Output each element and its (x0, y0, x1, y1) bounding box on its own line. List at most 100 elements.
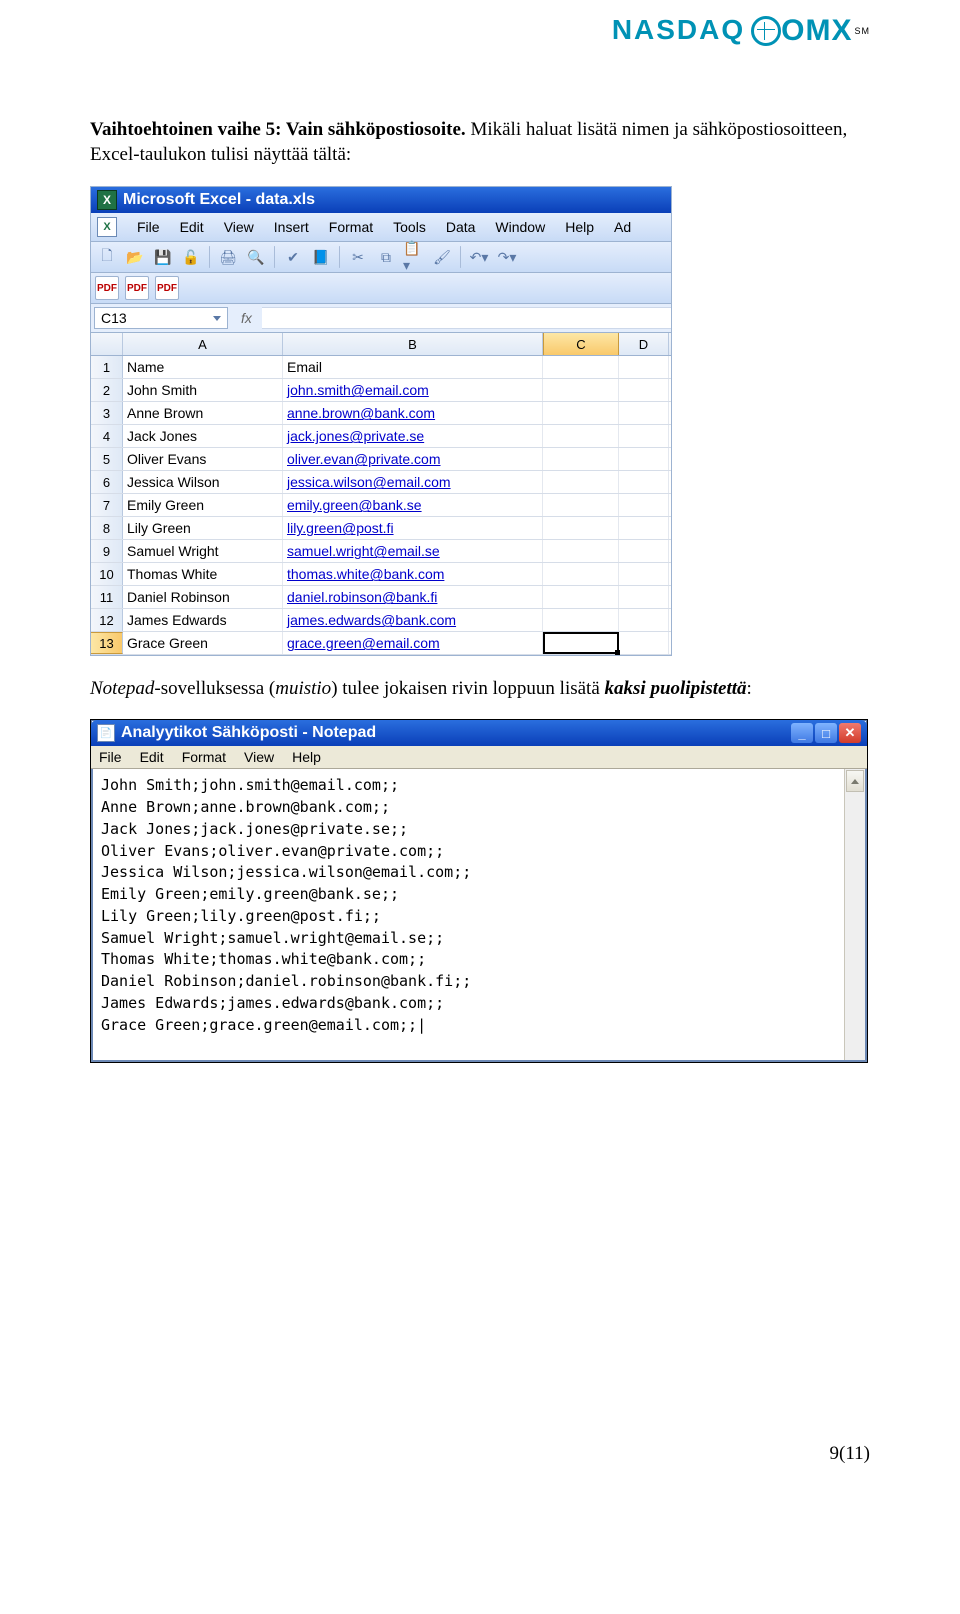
row-header[interactable]: 11 (91, 586, 123, 608)
cell[interactable]: thomas.white@bank.com (283, 563, 543, 585)
cell[interactable]: grace.green@email.com (283, 632, 543, 654)
cell[interactable]: jack.jones@private.se (283, 425, 543, 447)
paste-icon[interactable]: 📋▾ (402, 245, 426, 269)
row-header[interactable]: 4 (91, 425, 123, 447)
row-header[interactable]: 6 (91, 471, 123, 493)
maximize-button[interactable]: □ (815, 723, 837, 743)
col-header-d[interactable]: D (619, 333, 669, 355)
cell[interactable] (619, 356, 669, 378)
formula-input[interactable] (262, 307, 671, 329)
cell[interactable] (543, 517, 619, 539)
cell[interactable]: samuel.wright@email.se (283, 540, 543, 562)
row-header[interactable]: 9 (91, 540, 123, 562)
cell[interactable] (619, 586, 669, 608)
cell[interactable]: Oliver Evans (123, 448, 283, 470)
cell[interactable] (543, 540, 619, 562)
open-icon[interactable]: 📂 (123, 245, 147, 269)
scroll-up-icon[interactable] (846, 770, 864, 792)
cell[interactable] (619, 563, 669, 585)
cell[interactable] (543, 471, 619, 493)
row-header[interactable]: 2 (91, 379, 123, 401)
permission-icon[interactable]: 🔓 (179, 245, 203, 269)
table-row[interactable]: 12James Edwardsjames.edwards@bank.com (91, 609, 671, 632)
menu-tools[interactable]: Tools (393, 219, 426, 235)
cell[interactable]: jessica.wilson@email.com (283, 471, 543, 493)
np-menu-format[interactable]: Format (182, 749, 226, 765)
row-header[interactable]: 1 (91, 356, 123, 378)
cell[interactable] (543, 586, 619, 608)
col-header-b[interactable]: B (283, 333, 543, 355)
row-header[interactable]: 8 (91, 517, 123, 539)
excel-titlebar[interactable]: X Microsoft Excel - data.xls (91, 187, 671, 213)
table-row[interactable]: 10Thomas Whitethomas.white@bank.com (91, 563, 671, 586)
row-header[interactable]: 10 (91, 563, 123, 585)
excel-sheet-body[interactable]: 1NameEmail2John Smithjohn.smith@email.co… (91, 356, 671, 655)
cell[interactable]: Samuel Wright (123, 540, 283, 562)
close-button[interactable]: ✕ (839, 723, 861, 743)
menu-format[interactable]: Format (329, 219, 373, 235)
table-row[interactable]: 13Grace Greengrace.green@email.com (91, 632, 671, 655)
menu-view[interactable]: View (224, 219, 254, 235)
np-menu-file[interactable]: File (99, 749, 122, 765)
cell[interactable] (619, 379, 669, 401)
menu-window[interactable]: Window (495, 219, 545, 235)
cell[interactable]: Daniel Robinson (123, 586, 283, 608)
cell[interactable] (543, 563, 619, 585)
cell[interactable]: Email (283, 356, 543, 378)
np-menu-view[interactable]: View (244, 749, 274, 765)
menu-file[interactable]: File (137, 219, 160, 235)
select-all-corner[interactable] (91, 333, 123, 355)
table-row[interactable]: 3Anne Brownanne.brown@bank.com (91, 402, 671, 425)
format-painter-icon[interactable]: 🖌 (430, 245, 454, 269)
pdf-icon-2[interactable]: PDF (125, 276, 149, 300)
print-icon[interactable]: 🖨 (216, 245, 240, 269)
undo-icon[interactable]: ↶▾ (467, 245, 491, 269)
notepad-titlebar[interactable]: 📄 Analyytikot Sähköposti - Notepad _ □ ✕ (91, 720, 867, 746)
spelling-icon[interactable]: ✔ (281, 245, 305, 269)
col-header-a[interactable]: A (123, 333, 283, 355)
menu-data[interactable]: Data (446, 219, 476, 235)
cell[interactable] (619, 402, 669, 424)
row-header[interactable]: 13 (91, 632, 123, 654)
name-box[interactable]: C13 (94, 307, 228, 329)
cell[interactable]: Jack Jones (123, 425, 283, 447)
menu-insert[interactable]: Insert (274, 219, 309, 235)
cell[interactable]: Thomas White (123, 563, 283, 585)
row-header[interactable]: 3 (91, 402, 123, 424)
table-row[interactable]: 7Emily Greenemily.green@bank.se (91, 494, 671, 517)
cell[interactable]: daniel.robinson@bank.fi (283, 586, 543, 608)
table-row[interactable]: 9Samuel Wrightsamuel.wright@email.se (91, 540, 671, 563)
notepad-text-area[interactable]: John Smith;john.smith@email.com;; Anne B… (93, 769, 844, 1060)
row-header[interactable]: 12 (91, 609, 123, 631)
preview-icon[interactable]: 🔍 (244, 245, 268, 269)
cell[interactable]: james.edwards@bank.com (283, 609, 543, 631)
copy-icon[interactable]: ⧉ (374, 245, 398, 269)
save-icon[interactable]: 💾 (151, 245, 175, 269)
cell[interactable] (619, 632, 669, 654)
cell[interactable]: john.smith@email.com (283, 379, 543, 401)
table-row[interactable]: 5Oliver Evansoliver.evan@private.com (91, 448, 671, 471)
cell[interactable] (543, 425, 619, 447)
cell[interactable] (619, 494, 669, 516)
menu-addin[interactable]: Ad (614, 219, 631, 235)
cut-icon[interactable]: ✂ (346, 245, 370, 269)
cell[interactable] (619, 609, 669, 631)
cell[interactable] (543, 448, 619, 470)
cell[interactable] (619, 448, 669, 470)
np-menu-edit[interactable]: Edit (140, 749, 164, 765)
cell[interactable]: Grace Green (123, 632, 283, 654)
table-row[interactable]: 2John Smithjohn.smith@email.com (91, 379, 671, 402)
cell[interactable] (543, 402, 619, 424)
cell[interactable] (619, 517, 669, 539)
menu-edit[interactable]: Edit (180, 219, 204, 235)
cell[interactable] (543, 356, 619, 378)
cell[interactable]: Name (123, 356, 283, 378)
notepad-scrollbar[interactable] (844, 769, 865, 1060)
new-icon[interactable]: 🗋 (95, 245, 119, 269)
redo-icon[interactable]: ↷▾ (495, 245, 519, 269)
cell[interactable]: Jessica Wilson (123, 471, 283, 493)
cell[interactable]: James Edwards (123, 609, 283, 631)
cell[interactable]: lily.green@post.fi (283, 517, 543, 539)
cell[interactable] (619, 471, 669, 493)
worksheet-icon[interactable]: X (97, 217, 117, 237)
